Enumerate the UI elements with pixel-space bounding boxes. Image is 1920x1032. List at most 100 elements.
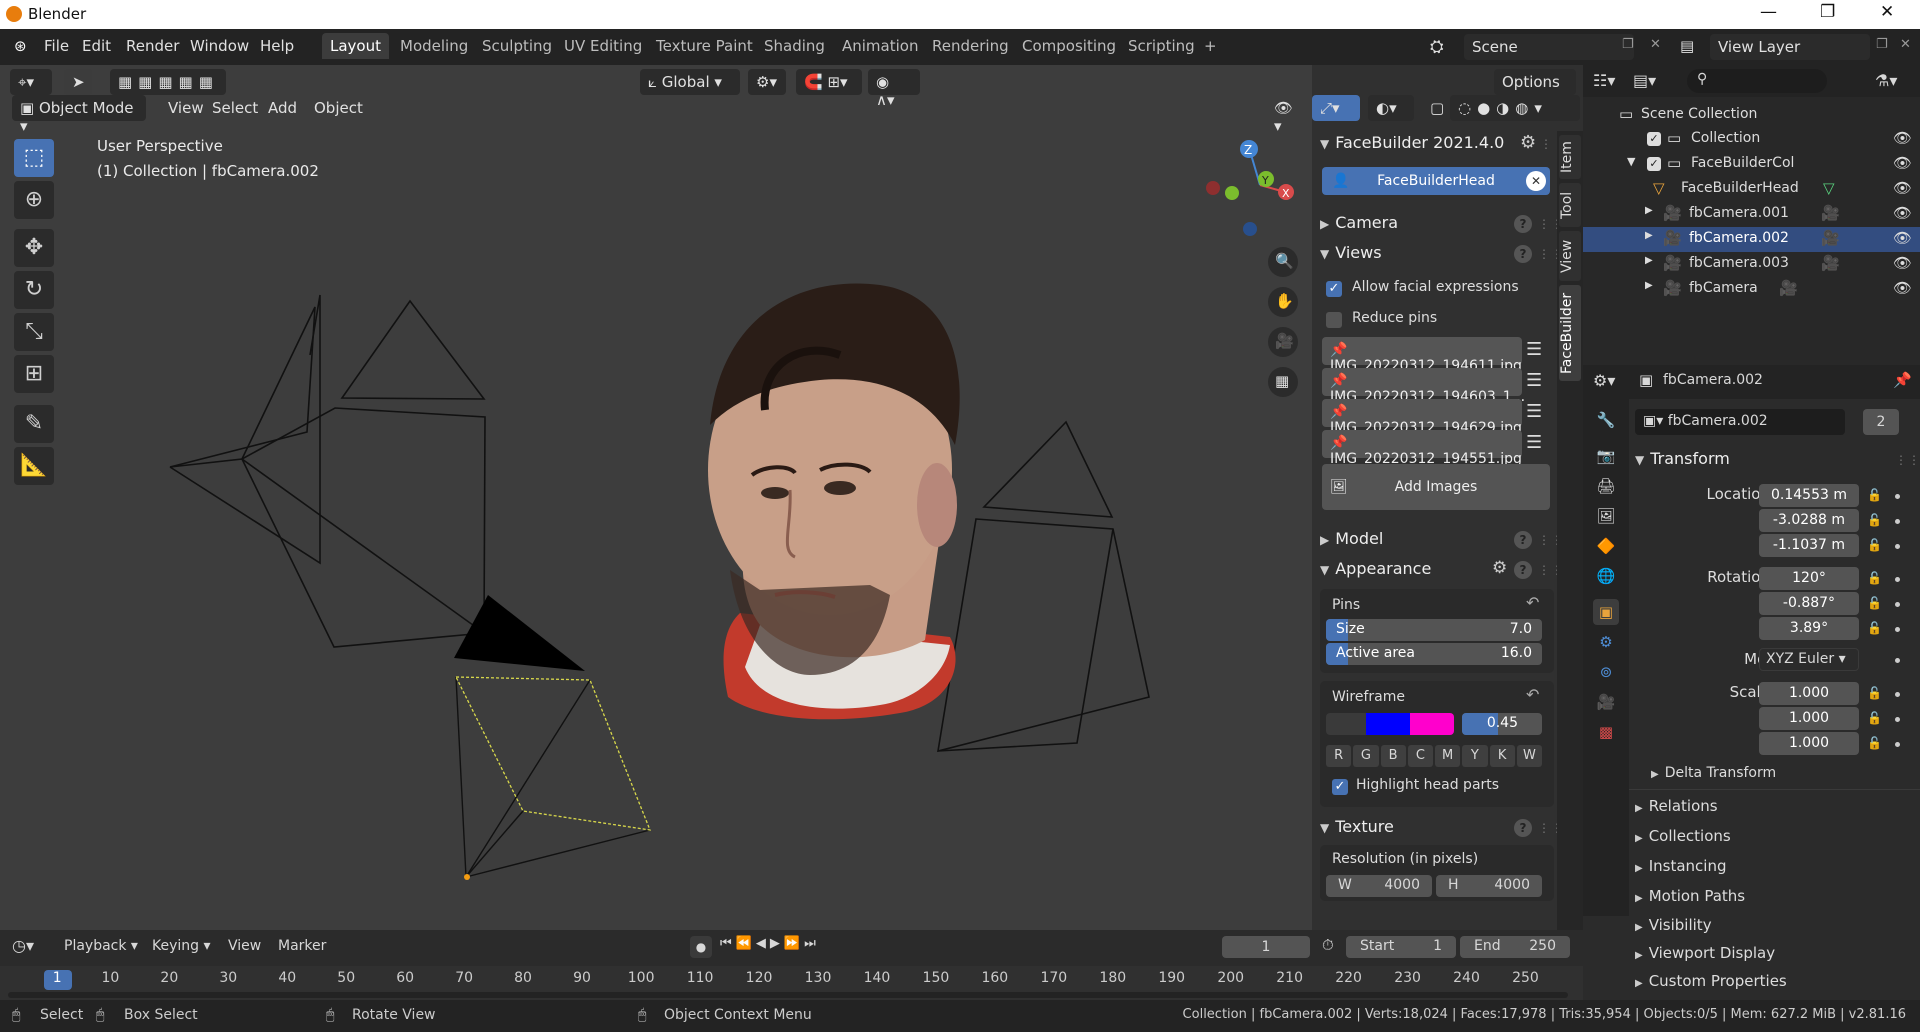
collapse-arrow-icon[interactable]: ▼ xyxy=(1627,155,1635,168)
outliner-row[interactable]: ▽ FaceBuilderHead ▽ 👁 xyxy=(1583,177,1920,202)
editor-type-icon[interactable]: ◷▾ xyxy=(12,936,34,955)
record-icon[interactable]: ● xyxy=(690,936,712,958)
camera-view-icon[interactable]: 🎥 xyxy=(1268,327,1298,357)
tab-shading[interactable]: Shading xyxy=(756,33,833,59)
rotation-mode-dropdown[interactable]: XYZ Euler ▾ xyxy=(1759,648,1859,671)
menu-icon[interactable]: ☰ xyxy=(1526,370,1542,391)
outliner-row[interactable]: ▼ ✓ ▭ FaceBuilderCol 👁 xyxy=(1583,152,1920,177)
custom-properties-section[interactable]: ▶ Custom Properties xyxy=(1635,972,1787,990)
tab-texture-paint[interactable]: Texture Paint xyxy=(648,33,761,59)
editor-type-icon[interactable]: ⚙▾ xyxy=(1593,371,1615,390)
lock-icon[interactable]: 🔓 xyxy=(1867,736,1882,750)
marker-menu[interactable]: Marker xyxy=(278,938,326,954)
remove-head-icon[interactable]: ✕ xyxy=(1526,171,1546,191)
view-image-button[interactable]: 📌IMG_20220312_194611.jpg xyxy=(1322,337,1522,374)
menu-icon[interactable]: ☰ xyxy=(1526,401,1542,422)
outliner-row-selected[interactable]: ▶ 🎥 fbCamera.002 🎥 👁 xyxy=(1583,227,1920,252)
constraint-tab-icon[interactable]: ⚙ xyxy=(1593,629,1619,655)
tab-facebuilder[interactable]: FaceBuilder xyxy=(1559,285,1581,381)
keyframe-dot[interactable] xyxy=(1895,602,1900,607)
keyframe-dot[interactable] xyxy=(1895,519,1900,524)
tab-modeling[interactable]: Modeling xyxy=(392,33,476,59)
rotation-x-field[interactable]: 120° xyxy=(1759,567,1859,590)
menu-file[interactable]: File xyxy=(44,37,69,55)
motion-paths-section[interactable]: ▶ Motion Paths xyxy=(1635,887,1745,905)
add-workspace-button[interactable]: + xyxy=(1196,33,1225,59)
channel-button[interactable]: C xyxy=(1407,745,1433,767)
gizmo-toggle-icon[interactable]: ⤢▾ xyxy=(1312,95,1360,121)
appearance-section[interactable]: ▼ Appearance xyxy=(1320,559,1431,578)
reset-icon[interactable]: ↶ xyxy=(1526,593,1539,612)
transform-section[interactable]: ▼ Transform xyxy=(1635,449,1730,468)
outliner-row[interactable]: ▭ Scene Collection xyxy=(1583,103,1920,128)
channel-button[interactable]: Y xyxy=(1462,745,1488,767)
end-frame-field[interactable]: End 250 xyxy=(1460,936,1570,958)
start-frame-field[interactable]: Start 1 xyxy=(1346,936,1456,958)
lock-icon[interactable]: 🔓 xyxy=(1867,571,1882,585)
keyframe-dot[interactable] xyxy=(1895,494,1900,499)
facebuilder-header[interactable]: ▼ FaceBuilder 2021.4.0 xyxy=(1320,133,1504,152)
settings-gear-icon[interactable]: ⚙ xyxy=(1520,132,1536,153)
keying-menu[interactable]: Keying ▾ xyxy=(152,938,211,954)
lock-icon[interactable]: 🔓 xyxy=(1867,538,1882,552)
tab-tool[interactable]: Tool xyxy=(1559,183,1581,227)
location-y-field[interactable]: -3.0288 m xyxy=(1759,509,1859,532)
lock-icon[interactable]: 🔓 xyxy=(1867,621,1882,635)
view-image-button[interactable]: 📌IMG_20220312_194629.jpg xyxy=(1322,399,1522,436)
tab-layout[interactable]: Layout xyxy=(322,33,389,59)
overlay-toggle-icon[interactable]: ◐▾ xyxy=(1368,95,1414,121)
zoom-icon[interactable]: 🔍 xyxy=(1268,247,1298,277)
keyframe-dot[interactable] xyxy=(1895,717,1900,722)
close-button[interactable]: ✕ xyxy=(1880,2,1894,22)
scale-z-field[interactable]: 1.000 xyxy=(1759,732,1859,755)
allow-expressions-checkbox[interactable]: ✓ xyxy=(1326,281,1342,297)
outliner-row[interactable]: ▶ 🎥 fbCamera 🎥 👁 xyxy=(1583,277,1920,302)
reset-icon[interactable]: ↶ xyxy=(1526,685,1539,704)
help-icon[interactable]: ? xyxy=(1514,531,1532,549)
add-images-button[interactable]: 🖼 Add Images xyxy=(1322,464,1550,510)
physics-tab-icon[interactable]: ⊚ xyxy=(1593,659,1619,685)
expand-arrow-icon[interactable]: ▶ xyxy=(1645,205,1653,216)
texture-tab-icon[interactable]: ▩ xyxy=(1593,719,1619,745)
highlight-head-checkbox[interactable]: ✓ xyxy=(1332,779,1348,795)
view-layer-icon[interactable]: ▤ xyxy=(1680,37,1694,55)
playback-menu[interactable]: Playback ▾ xyxy=(64,938,138,954)
ortho-grid-icon[interactable]: ▦ xyxy=(1268,367,1298,397)
view-layer-tab-icon[interactable]: 🖼 xyxy=(1593,503,1619,529)
wire-opacity-slider[interactable]: 0.45 xyxy=(1462,713,1542,735)
tab-view[interactable]: View xyxy=(1559,231,1581,281)
current-frame-field[interactable]: 1 xyxy=(1222,936,1310,958)
play-reverse-icon[interactable]: ◀ xyxy=(756,936,766,958)
scene-field[interactable]: Scene xyxy=(1464,34,1634,60)
eye-icon[interactable]: 👁 xyxy=(1893,279,1912,297)
exclude-checkbox[interactable]: ✓ xyxy=(1647,157,1661,171)
tab-sculpting[interactable]: Sculpting xyxy=(474,33,560,59)
tab-item[interactable]: Item xyxy=(1559,135,1581,179)
3d-viewport[interactable]: ⌖▾ ➤ ▦▦▦▦▦ ⟀ Global ▾ ⚙▾ 🧲 ⊞▾ ◉ ∧▾ Optio… xyxy=(0,65,1580,930)
object-tab-icon[interactable]: ▣ xyxy=(1593,599,1619,625)
rotation-z-field[interactable]: 3.89° xyxy=(1759,617,1859,640)
height-field[interactable]: H 4000 xyxy=(1436,875,1542,897)
view-layer-field[interactable]: View Layer xyxy=(1710,34,1870,60)
jump-end-icon[interactable]: ⏭ xyxy=(804,936,816,958)
users-count[interactable]: 2 xyxy=(1863,409,1899,435)
location-x-field[interactable]: 0.14553 m xyxy=(1759,484,1859,507)
tab-rendering[interactable]: Rendering xyxy=(924,33,1017,59)
navigation-gizmo[interactable]: Z Y X xyxy=(1206,140,1294,236)
xray-icon[interactable]: ▢ xyxy=(1422,95,1446,121)
eye-icon[interactable]: 👁 xyxy=(1893,229,1912,247)
lock-icon[interactable]: 🔓 xyxy=(1867,513,1882,527)
scene-tab-icon[interactable]: 🔶 xyxy=(1593,533,1619,559)
keyframe-dot[interactable] xyxy=(1895,627,1900,632)
filter-icon[interactable]: ⚗▾ xyxy=(1875,71,1897,90)
prev-key-icon[interactable]: ⏪ xyxy=(736,936,752,958)
channel-button[interactable]: K xyxy=(1489,745,1515,767)
wire-color-secondary[interactable] xyxy=(1410,713,1454,735)
new-scene-icon[interactable]: ❐ xyxy=(1622,37,1634,52)
jump-start-icon[interactable]: ⏮ xyxy=(720,936,732,958)
blender-menu-icon[interactable]: ⊛ xyxy=(14,37,27,55)
stopwatch-icon[interactable]: ⏱ xyxy=(1322,936,1334,954)
keyframe-dot[interactable] xyxy=(1895,658,1900,663)
lock-icon[interactable]: 🔓 xyxy=(1867,596,1882,610)
tab-compositing[interactable]: Compositing xyxy=(1014,33,1124,59)
